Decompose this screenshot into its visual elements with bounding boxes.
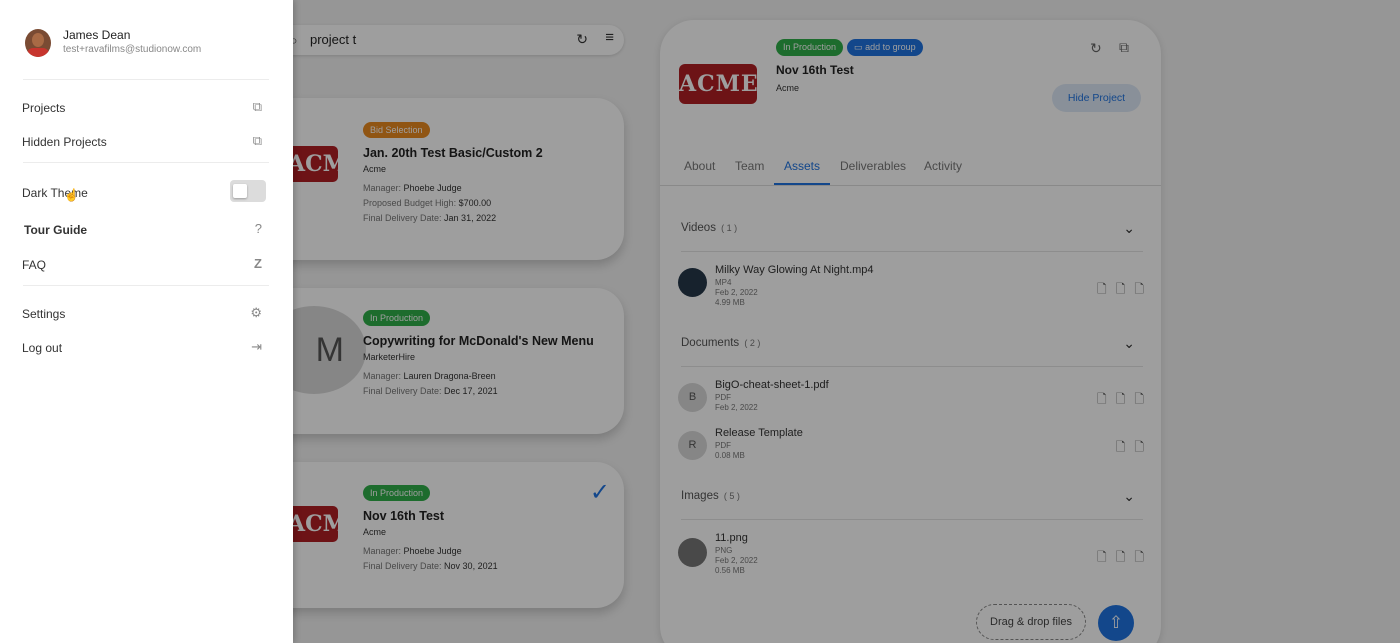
divider [23,79,269,80]
menu-item-hidden-projects[interactable]: Hidden Projects ⧉ [22,133,266,155]
avatar-shirt [27,48,49,57]
gear-icon: ⚙ [250,305,262,320]
menu-label: Projects [22,101,66,115]
divider [23,285,269,286]
divider [23,162,269,163]
menu-item-logout[interactable]: Log out ⇥ [22,339,266,361]
open-external-icon: ⧉ [252,99,262,114]
menu-item-tour-guide[interactable]: Tour Guide ? [22,221,266,243]
pointer-cursor-icon: ☝ [64,188,79,202]
menu-item-projects[interactable]: Projects ⧉ [22,99,266,121]
side-drawer: James Dean test+ravafilms@studionow.com … [0,0,293,643]
menu-label: FAQ [22,258,47,272]
menu-label: Hidden Projects [22,135,107,149]
avatar [25,29,51,57]
menu-label: Log out [22,341,63,355]
user-email: test+ravafilms@studionow.com [63,44,202,55]
menu-item-faq[interactable]: FAQ Z [22,256,266,278]
dark-theme-toggle[interactable] [230,180,266,202]
open-external-icon: ⧉ [252,133,262,148]
logout-icon: ⇥ [251,339,262,354]
menu-label: Tour Guide [24,223,88,237]
user-name: James Dean [63,28,131,42]
faq-icon: Z [254,256,262,271]
toggle-knob [233,184,247,198]
question-icon: ? [254,221,262,236]
menu-item-dark-theme[interactable]: Dark Theme [22,180,266,206]
menu-item-settings[interactable]: Settings ⚙ [22,305,266,327]
avatar-face [32,33,44,47]
menu-label: Settings [22,307,66,321]
